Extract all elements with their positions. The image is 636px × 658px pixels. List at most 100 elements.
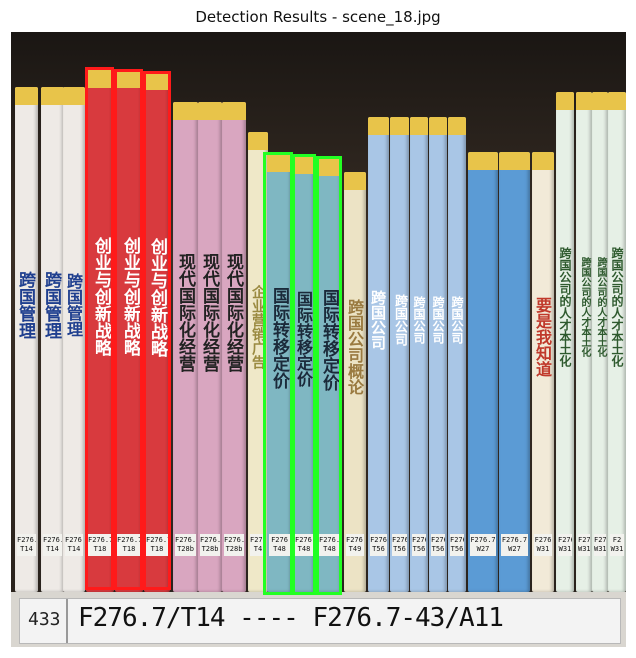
book-title: 国际转移定价 — [319, 289, 339, 391]
book-top-band — [608, 92, 626, 110]
book-spine: 跨国公司的人才本土化 F2 W31 — [608, 92, 626, 592]
shelf-label-divider — [66, 599, 68, 643]
book-spine: 现代国际化经营 F276.7 T28b — [173, 102, 198, 592]
book-top-band — [41, 87, 64, 105]
book-call-number: F276 T56 — [392, 534, 407, 556]
book-title: 现代国际化经营 — [199, 252, 219, 372]
book-title: 现代国际化经营 — [175, 252, 195, 372]
book-call-number: F276.7 T14 — [17, 534, 36, 556]
book-top-band — [86, 70, 114, 88]
book-call-number: F276.7 T18 — [117, 534, 141, 556]
book-spine: 创业与创新战略 F276.7 T18 — [115, 70, 143, 592]
book-call-number: F276.7 W27 — [501, 534, 528, 556]
book-spine: 跨国公司 F276.7 T56 — [410, 117, 428, 592]
book-spine: 跨国管理 F276.7 T14 — [63, 87, 85, 592]
book-spine: 国际转移定价 F276 T48 — [267, 154, 292, 592]
book-spine: 跨国公司 F276 T56 — [368, 117, 389, 592]
figure-title: Detection Results - scene_18.jpg — [195, 8, 441, 26]
book-spine: 国际转移定价 F276.7 T48 — [317, 158, 342, 592]
book-call-number: F276.7 T48 — [319, 534, 340, 556]
book-spine: 跨国公司的人才本土化 F276 W31 — [576, 92, 592, 592]
shelf-label-number: 433 — [28, 609, 61, 630]
book-spine: 国际转移定价 F276.7 T48 — [293, 156, 315, 592]
book-top-band — [63, 87, 85, 105]
book-spine: 跨国公司概论 F276.7 T49 — [344, 172, 366, 592]
book-title: 跨国公司的人才本土化 — [558, 247, 572, 367]
book-spine: 跨国管理 F276.7 T14 — [15, 87, 38, 592]
book-top-band — [267, 154, 292, 172]
book-spine: 跨国公司 F276.7 T56 — [429, 117, 447, 592]
book-top-band — [198, 102, 222, 120]
book-top-band — [592, 92, 608, 110]
book-title: 跨国管理 — [41, 270, 61, 339]
book-title: 创业与创新战略 — [147, 237, 167, 357]
bookshelf-photo: 跨国管理 F276.7 T14 跨国管理 F276. T14 跨国管理 F276.7 T1… — [11, 32, 626, 647]
book-title: 企业营销广告 — [250, 285, 266, 369]
book-title: 跨国公司的人才本土化 — [610, 247, 624, 367]
book-call-number: F276 T56 — [370, 534, 387, 556]
book-top-band — [222, 102, 246, 120]
book-title: 跨国公司的人才本土化 — [579, 257, 590, 357]
book-spine: F276.7 W27 — [499, 152, 530, 592]
book-title: 国际转移定价 — [269, 287, 289, 389]
book-top-band — [248, 132, 268, 150]
book-call-number: F276 T48 — [269, 534, 290, 556]
book-top-band — [293, 156, 315, 174]
book-call-number: F276.7 T18 — [146, 534, 168, 556]
book-top-band — [448, 117, 466, 135]
book-spine: 跨国公司的人才本土化 F276 W31 — [592, 92, 608, 592]
shelf-label: 433 F276.7/T14 ---- F276.7-43/A11 — [19, 598, 621, 644]
book-title: 跨国管理 — [64, 272, 83, 337]
book-top-band — [344, 172, 366, 190]
book-title: 跨国公司 — [369, 289, 387, 350]
book-title: 创业与创新战略 — [120, 236, 140, 356]
book-call-number: F276.7 T4 — [250, 534, 266, 556]
book-call-number: F276.7 T49 — [346, 534, 364, 556]
book-title: 跨国公司 — [412, 295, 426, 344]
book-top-band — [368, 117, 389, 135]
book-spine: 创业与创新战略 F276.7 T18 — [144, 72, 170, 592]
book-call-number: F276.7 T28b — [200, 534, 220, 556]
book-call-number: F276.7 T48 — [295, 534, 313, 556]
book-title: 跨国公司 — [450, 295, 464, 344]
book-spine: 跨国管理 F276. T14 — [41, 87, 64, 592]
book-top-band — [173, 102, 198, 120]
book-top-band — [556, 92, 574, 110]
book-title: 跨国公司 — [431, 295, 445, 344]
book-call-number: F276.7 T28b — [224, 534, 244, 556]
book-title: 创业与创新战略 — [91, 236, 111, 356]
book-spine: F276.7 W27 — [468, 152, 498, 592]
book-top-band — [15, 87, 38, 105]
book-title: 跨国公司概论 — [345, 299, 364, 395]
book-call-number: F276 W31 — [534, 534, 552, 556]
book-top-band — [576, 92, 592, 110]
book-top-band — [144, 72, 170, 90]
book-title: 跨国公司的人才本土化 — [595, 257, 606, 357]
book-call-number: F2 W31 — [610, 534, 624, 556]
book-spine: 企业营销广告 F276.7 T4 — [248, 132, 268, 592]
book-top-band — [499, 152, 530, 170]
book-top-band — [532, 152, 554, 170]
book-call-number: F276.7 T56 — [412, 534, 426, 556]
book-spine: 现代国际化经营 F276.7 T28b — [198, 102, 222, 592]
book-top-band — [390, 117, 409, 135]
book-title: 跨国管理 — [15, 270, 35, 339]
book-top-band — [468, 152, 498, 170]
book-spine: 跨国公司 F276.7 T56 — [448, 117, 466, 592]
book-top-band — [115, 70, 143, 88]
book-spine: 现代国际化经营 F276.7 T28b — [222, 102, 246, 592]
book-call-number: F276 W31 — [594, 534, 606, 556]
book-spine: 跨国公司 F276 T56 — [390, 117, 409, 592]
book-call-number: F276.7 T28b — [175, 534, 196, 556]
book-call-number: F276.7 T14 — [65, 534, 83, 556]
book-top-band — [429, 117, 447, 135]
book-top-band — [317, 158, 342, 176]
book-call-number: F276. T14 — [43, 534, 62, 556]
book-title: 国际转移定价 — [294, 291, 313, 387]
book-call-number: F276 W31 — [578, 534, 590, 556]
book-title: 跨国公司 — [392, 293, 407, 346]
book-spine: 跨国公司的人才本土化 F276.7 W31 — [556, 92, 574, 592]
book-call-number: F276.7 T56 — [450, 534, 464, 556]
book-title: 要是我知道 — [533, 297, 552, 377]
book-call-number: F276.7 W31 — [558, 534, 572, 556]
